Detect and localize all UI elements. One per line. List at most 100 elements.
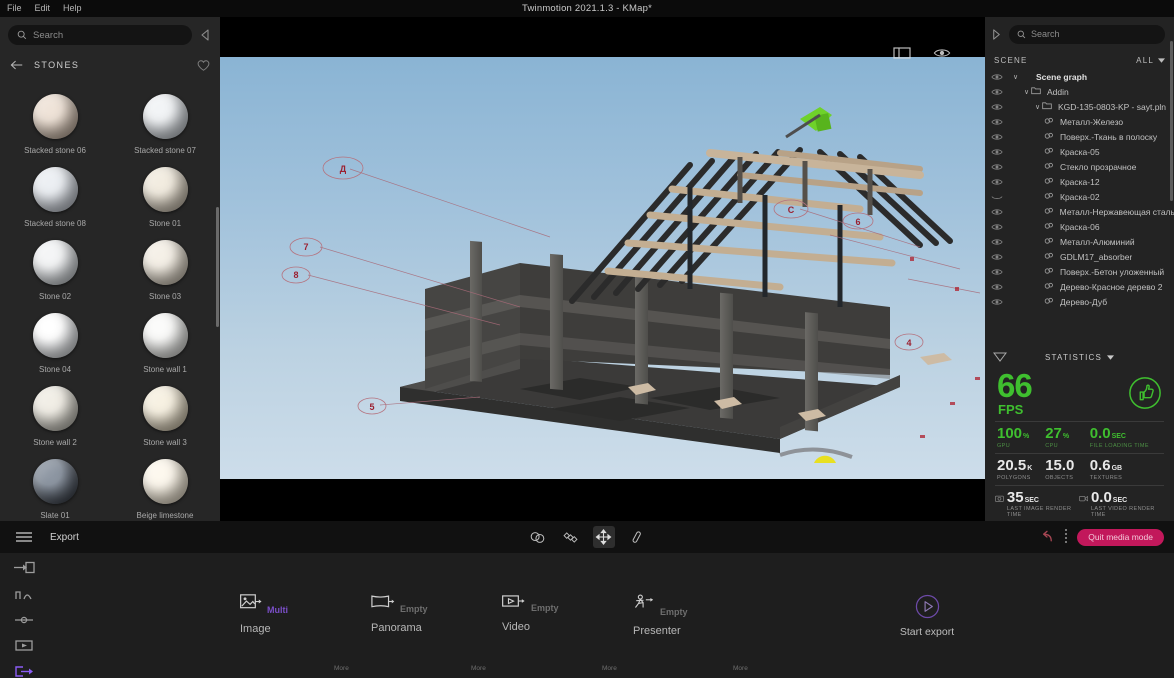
eye-icon[interactable]	[991, 236, 1003, 248]
media-item[interactable]: Empty Presenter More	[633, 553, 764, 672]
import-icon[interactable]	[13, 561, 35, 574]
material-swatch[interactable]: Stone wall 1	[110, 310, 220, 383]
material-swatch[interactable]: Stone 04	[0, 310, 110, 383]
scene-tree-row[interactable]: ∨ KGD-135-0803-KP - sayt.pln	[985, 99, 1174, 114]
eye-icon[interactable]	[991, 281, 1003, 293]
scene-tree-row[interactable]: Поверх.-Ткань в полоску	[985, 129, 1174, 144]
material-swatch[interactable]: Stone 01	[110, 164, 220, 237]
scene-tree-row[interactable]: Металл-Алюминий	[985, 234, 1174, 249]
media-more-link[interactable]: More	[334, 665, 349, 672]
arrow-left-icon[interactable]	[10, 59, 24, 71]
library-scrollbar[interactable]	[216, 207, 219, 327]
media-item-name: Presenter	[633, 625, 681, 637]
scene-tree-row[interactable]: Краска-05	[985, 144, 1174, 159]
select-tool-button[interactable]	[527, 526, 549, 548]
eye-icon[interactable]	[991, 146, 1003, 158]
material-swatch[interactable]: Stone 02	[0, 237, 110, 310]
eye-icon[interactable]	[933, 45, 951, 61]
heart-icon[interactable]	[197, 59, 210, 72]
expand-chevron-icon[interactable]: ∨	[1033, 103, 1042, 111]
scene-tree-row[interactable]: Металл-Нержавеющая сталь	[985, 204, 1174, 219]
material-preview-sphere	[32, 94, 78, 139]
scene-node-label: Краска-06	[1060, 221, 1100, 232]
scene-tree-scrollbar[interactable]	[1170, 41, 1173, 201]
undo-icon[interactable]	[1038, 530, 1055, 544]
media-more-link[interactable]: More	[602, 665, 617, 672]
scene-search-row: Search	[985, 17, 1174, 51]
material-swatch[interactable]: Stacked stone 06	[0, 91, 110, 164]
scene-tree-row[interactable]: Поверх.-Бетон уложенный	[985, 264, 1174, 279]
expand-chevron-icon[interactable]: ∨	[1011, 73, 1020, 81]
eye-icon[interactable]	[991, 206, 1003, 218]
eye-icon[interactable]	[991, 161, 1003, 173]
eye-icon[interactable]	[991, 176, 1003, 188]
statistic-value: 0.6	[1089, 456, 1111, 474]
eye-icon[interactable]	[991, 101, 1003, 113]
measure-icon[interactable]	[13, 587, 35, 601]
eye-icon[interactable]	[991, 86, 1003, 98]
mode-rail	[0, 553, 47, 678]
fps-block: 66 FPS	[997, 369, 1033, 417]
chevron-down-icon[interactable]	[1107, 354, 1115, 360]
scene-filter-dropdown[interactable]: ALL	[1136, 56, 1165, 65]
eye-icon[interactable]	[991, 71, 1003, 83]
scene-tree-row[interactable]: Металл-Железо	[985, 114, 1174, 129]
material-swatch[interactable]: Slate 01	[0, 456, 110, 521]
media-item[interactable]: Empty Panorama More	[371, 553, 502, 672]
move-tool-button[interactable]	[592, 526, 615, 548]
triangle-down-icon[interactable]	[993, 352, 1007, 362]
media-more-link[interactable]: More	[733, 665, 748, 672]
material-preview-sphere	[142, 386, 188, 431]
material-preview-sphere	[142, 167, 188, 212]
scene-tree-row[interactable]: Дерево-Дуб	[985, 294, 1174, 309]
scene-tree-row[interactable]: GDLM17_absorber	[985, 249, 1174, 264]
chevron-right-icon[interactable]	[990, 28, 1003, 41]
svg-text:С: С	[788, 205, 795, 215]
media-item[interactable]: Empty Video More	[502, 553, 633, 672]
scene-tree-row[interactable]: Дерево-Красное дерево 2	[985, 279, 1174, 294]
material-swatch[interactable]: Stacked stone 07	[110, 91, 220, 164]
search-icon	[17, 30, 27, 40]
material-swatch[interactable]: Stacked stone 08	[0, 164, 110, 237]
scene-tree-row[interactable]: ∨ Scene graph	[985, 69, 1174, 84]
scene-tree-row[interactable]: Краска-02	[985, 189, 1174, 204]
scene-label: SCENE	[994, 55, 1028, 65]
material-swatch[interactable]: Stone wall 2	[0, 383, 110, 456]
scene-tree-row[interactable]: Краска-12	[985, 174, 1174, 189]
media-item[interactable]: Multi Image More	[240, 553, 371, 672]
eye-icon[interactable]	[991, 116, 1003, 128]
scene-search-placeholder: Search	[1031, 29, 1060, 39]
material-picker-tool-button[interactable]	[560, 526, 582, 548]
chevron-left-icon[interactable]	[198, 28, 212, 42]
eye-icon[interactable]	[991, 296, 1003, 308]
eye-icon[interactable]	[991, 266, 1003, 278]
eye-icon[interactable]	[991, 131, 1003, 143]
start-export-button[interactable]: Start export	[880, 594, 974, 638]
drag-handle[interactable]	[1065, 529, 1068, 545]
library-search-input[interactable]: Search	[8, 25, 192, 45]
material-swatch[interactable]: Stone 03	[110, 237, 220, 310]
material-swatch[interactable]: Stone wall 3	[110, 383, 220, 456]
material-label: Stone 02	[38, 292, 72, 301]
export-icon[interactable]	[13, 665, 35, 678]
statistics-header[interactable]: STATISTICS	[985, 347, 1174, 367]
eye-icon[interactable]	[991, 251, 1003, 263]
eye-icon[interactable]	[991, 221, 1003, 233]
media-item-name: Panorama	[371, 622, 422, 634]
scene-tree-row[interactable]: Стекло прозрачное	[985, 159, 1174, 174]
scene-search-input[interactable]: Search	[1009, 24, 1165, 44]
media-icon[interactable]	[13, 639, 35, 652]
eyedropper-tool-button[interactable]	[626, 526, 648, 548]
scene-tree-row[interactable]: ∨ Addin	[985, 84, 1174, 99]
timeline-icon[interactable]	[13, 614, 35, 626]
scene-tree-row[interactable]: Краска-06	[985, 219, 1174, 234]
render-canvas[interactable]: Д 7 8 С 6 5 4	[220, 57, 985, 479]
panel-toggle-icon[interactable]	[893, 45, 911, 61]
eye-hidden-icon[interactable]	[991, 191, 1003, 203]
viewport-3d[interactable]: Д 7 8 С 6 5 4	[220, 17, 985, 521]
media-more-link[interactable]: More	[471, 665, 486, 672]
svg-text:4: 4	[906, 338, 911, 348]
expand-chevron-icon[interactable]: ∨	[1022, 88, 1031, 96]
quit-media-mode-button[interactable]: Quit media mode	[1077, 528, 1164, 546]
material-swatch[interactable]: Beige limestone	[110, 456, 220, 521]
